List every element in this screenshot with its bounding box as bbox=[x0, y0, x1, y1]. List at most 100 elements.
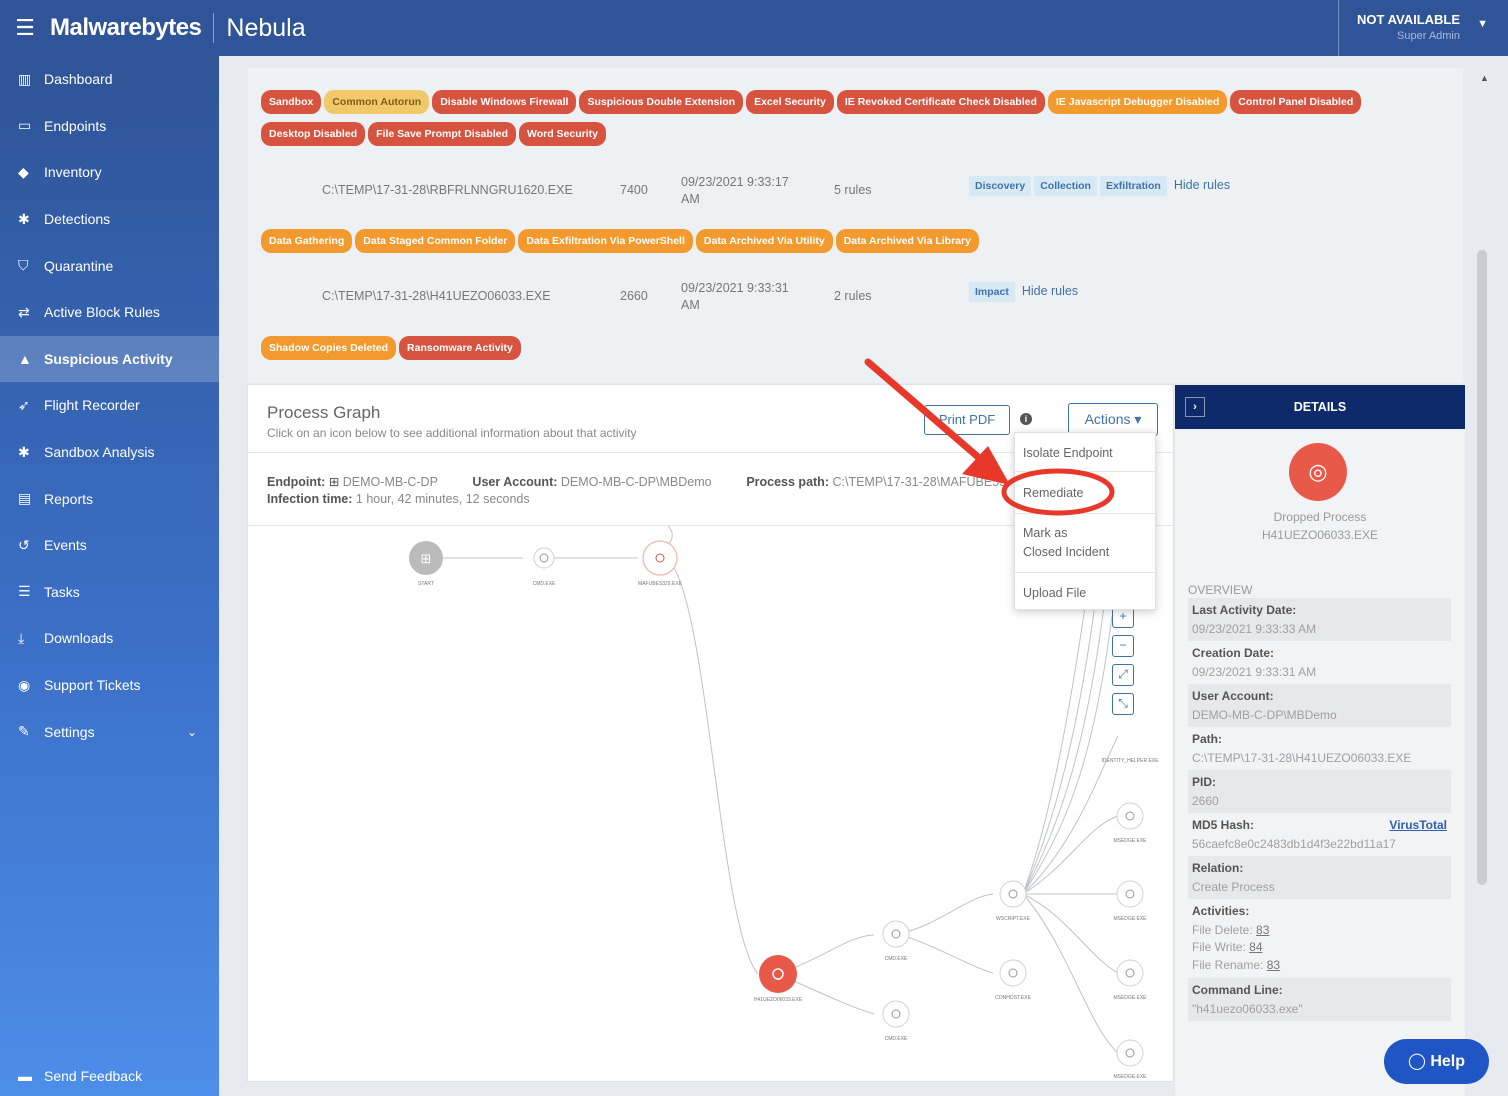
hamburger-menu-icon[interactable]: ☰ bbox=[0, 15, 50, 41]
sidebar-item-support-tickets[interactable]: ◉ Support Tickets bbox=[0, 662, 219, 709]
sidebar-item-settings[interactable]: ✎ Settings ⌄ bbox=[0, 708, 219, 755]
rule-tag[interactable]: Suspicious Double Extension bbox=[579, 90, 744, 114]
chevron-down-icon[interactable]: ⌄ bbox=[187, 725, 197, 739]
rule-tag[interactable]: File Save Prompt Disabled bbox=[368, 122, 516, 146]
field-creation-date: Creation Date: 09/23/2021 9:33:31 AM bbox=[1188, 641, 1451, 684]
scrollbar[interactable] bbox=[1477, 250, 1487, 885]
sidebar-item-label: Events bbox=[44, 537, 87, 554]
brand-divider bbox=[213, 13, 215, 43]
rule-tag[interactable]: Excel Security bbox=[746, 90, 834, 114]
mitre-tag[interactable]: Collection bbox=[1034, 176, 1097, 196]
hide-rules-link[interactable]: Hide rules bbox=[1022, 284, 1078, 298]
sidebar-item-sandbox-analysis[interactable]: ✱ Sandbox Analysis bbox=[0, 429, 219, 476]
monitor-icon: ▭ bbox=[18, 117, 32, 134]
infection-value: 1 hour, 42 minutes, 12 seconds bbox=[355, 492, 530, 506]
node-label: IDENTITY_HELPER.EXE bbox=[1102, 758, 1160, 764]
scroll-up-icon[interactable]: ▲ bbox=[1480, 73, 1489, 83]
collapse-icon[interactable]: ⤡ bbox=[1112, 693, 1134, 715]
hide-rules-link[interactable]: Hide rules bbox=[1174, 178, 1230, 192]
send-feedback-label: Send Feedback bbox=[44, 1068, 143, 1084]
menu-item-label: Mark as bbox=[1023, 526, 1068, 540]
process-date-ampm: AM bbox=[681, 192, 700, 206]
sidebar-item-reports[interactable]: ▤ Reports bbox=[0, 475, 219, 522]
rule-tag[interactable]: Sandbox bbox=[261, 90, 322, 114]
rule-tag[interactable]: Common Autorun bbox=[324, 90, 430, 114]
sidebar-item-label: Inventory bbox=[44, 164, 102, 181]
chat-icon: ◉ bbox=[18, 676, 31, 693]
sidebar-item-label: Downloads bbox=[44, 630, 114, 647]
sidebar-item-detections[interactable]: ✱ Detections bbox=[0, 196, 219, 243]
menu-item-remediate[interactable]: Remediate bbox=[1023, 484, 1083, 503]
rule-tag[interactable]: Data Archived Via Library bbox=[835, 229, 979, 253]
node-label: WSCRIPT.EXE bbox=[996, 916, 1031, 922]
rule-tag[interactable]: Disable Windows Firewall bbox=[432, 90, 577, 114]
virustotal-link[interactable]: VirusTotal bbox=[1389, 818, 1447, 832]
zoom-out-button[interactable]: − bbox=[1112, 635, 1134, 657]
help-button[interactable]: ◯ Help bbox=[1384, 1039, 1489, 1084]
sidebar-item-active-block-rules[interactable]: ⇄ Active Block Rules bbox=[0, 289, 219, 336]
product-name: Nebula bbox=[226, 13, 306, 42]
file-delete-link[interactable]: 83 bbox=[1256, 923, 1269, 937]
rule-tag[interactable]: IE Revoked Certificate Check Disabled bbox=[836, 90, 1045, 114]
caret-down-icon[interactable]: ▼ bbox=[1477, 18, 1488, 30]
field-label: User Account: bbox=[1192, 689, 1274, 703]
menu-item-mark-closed[interactable]: Mark as Closed Incident bbox=[1023, 524, 1109, 562]
rule-tag[interactable]: Data Exfiltration Via PowerShell bbox=[518, 229, 693, 253]
rule-tag[interactable]: Data Staged Common Folder bbox=[355, 229, 516, 253]
rule-tag[interactable]: Shadow Copies Deleted bbox=[261, 336, 397, 360]
print-pdf-button[interactable]: Print PDF bbox=[924, 405, 1010, 435]
process-path: C:\TEMP\17-31-28\RBFRLNNGRU1620.EXE bbox=[322, 183, 573, 197]
details-title: DETAILS bbox=[1293, 400, 1347, 414]
rule-tag[interactable]: Word Security bbox=[519, 122, 606, 146]
mitre-tag[interactable]: Exfiltration bbox=[1099, 176, 1167, 196]
field-path: Path: C:\TEMP\17-31-28\H41UEZO06033.EXE bbox=[1188, 727, 1451, 770]
bug-icon: ✱ bbox=[18, 443, 30, 460]
wrench-icon: ✎ bbox=[18, 723, 30, 740]
sidebar-item-label: Suspicious Activity bbox=[44, 350, 173, 367]
info-icon[interactable]: i bbox=[1020, 413, 1032, 425]
shield-icon: ⛉ bbox=[18, 257, 29, 274]
sidebar-item-events[interactable]: ↺ Events bbox=[0, 522, 219, 569]
sidebar-item-label: Endpoints bbox=[44, 117, 107, 134]
sidebar-item-flight-recorder[interactable]: ➶ Flight Recorder bbox=[0, 382, 219, 429]
sidebar-item-quarantine[interactable]: ⛉ Quarantine bbox=[0, 242, 219, 289]
rule-tag[interactable]: IE Javascript Debugger Disabled bbox=[1047, 90, 1228, 114]
field-last-activity: Last Activity Date: 09/23/2021 9:33:33 A… bbox=[1188, 598, 1451, 641]
rule-tag[interactable]: Data Archived Via Utility bbox=[695, 229, 833, 253]
field-value: 2660 bbox=[1192, 794, 1219, 808]
mitre-tag[interactable]: Impact bbox=[969, 282, 1015, 302]
rule-tag[interactable]: Data Gathering bbox=[261, 229, 353, 253]
node-label: CMD.EXE bbox=[885, 956, 908, 962]
sidebar-item-inventory[interactable]: ◆ Inventory bbox=[0, 149, 219, 196]
node-label: MSEDGE.EXE bbox=[1113, 838, 1147, 844]
sidebar-item-dashboard[interactable]: ▥ Dashboard bbox=[0, 56, 219, 103]
expand-icon[interactable]: ⤢ bbox=[1112, 664, 1134, 686]
menu-item-isolate-endpoint[interactable]: Isolate Endpoint bbox=[1023, 444, 1113, 463]
sidebar-item-suspicious-activity[interactable]: ▲ Suspicious Activity bbox=[0, 335, 219, 383]
brand-logo[interactable]: Malwarebytes bbox=[50, 14, 202, 42]
file-write-link[interactable]: 84 bbox=[1249, 940, 1262, 954]
sidebar-item-downloads[interactable]: ⤓ Downloads bbox=[0, 615, 219, 662]
endpoint-value[interactable]: DEMO-MB-C-DP bbox=[343, 475, 438, 489]
process-pid: 7400 bbox=[620, 183, 648, 197]
sidebar-item-tasks[interactable]: ☰ Tasks bbox=[0, 569, 219, 616]
send-feedback-link[interactable]: ▬ Send Feedback bbox=[18, 1068, 142, 1084]
field-label: Command Line: bbox=[1192, 983, 1283, 997]
rule-tag[interactable]: Desktop Disabled bbox=[261, 122, 366, 146]
menu-item-upload-file[interactable]: Upload File bbox=[1023, 584, 1086, 603]
sidebar-item-label: Sandbox Analysis bbox=[44, 444, 155, 461]
rule-tag[interactable]: Control Panel Disabled bbox=[1230, 90, 1362, 114]
node-label: CMD.EXE bbox=[533, 581, 556, 587]
user-menu[interactable]: NOT AVAILABLE Super Admin ▼ bbox=[1338, 0, 1508, 56]
node-label: MSEDGE.EXE bbox=[1113, 916, 1147, 922]
process-rules: 2 rules bbox=[834, 289, 872, 303]
endpoint-label: Endpoint: bbox=[267, 475, 326, 489]
chevron-right-icon[interactable]: › bbox=[1185, 397, 1205, 417]
mitre-tag[interactable]: Discovery bbox=[969, 176, 1032, 196]
sidebar-item-endpoints[interactable]: ▭ Endpoints bbox=[0, 103, 219, 150]
rule-tag[interactable]: Ransomware Activity bbox=[399, 336, 521, 360]
field-md5: MD5 Hash: VirusTotal 56caefc8e0c2483db1d… bbox=[1188, 813, 1451, 856]
details-type: Dropped Process bbox=[1273, 510, 1367, 524]
file-rename-link[interactable]: 83 bbox=[1267, 958, 1280, 972]
node-label: MAFUBES329.EXE bbox=[638, 581, 683, 587]
